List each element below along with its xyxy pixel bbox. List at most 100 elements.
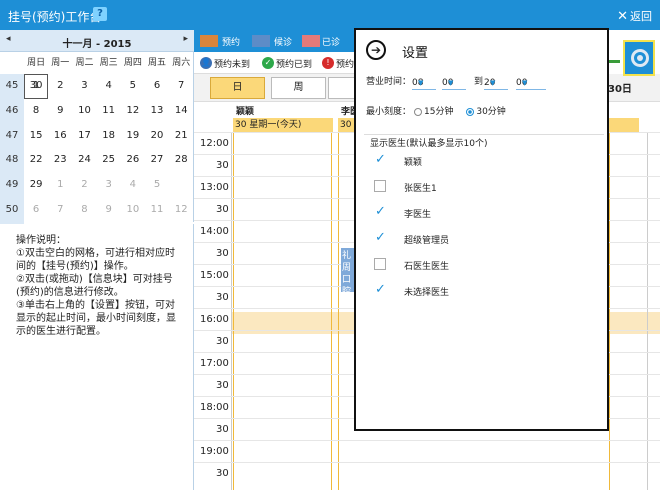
end-minute-select[interactable]: 00 ▼	[516, 74, 546, 90]
chevron-down-icon: ▼	[490, 79, 496, 87]
tab-day[interactable]: 日	[210, 77, 265, 99]
help-icon[interactable]: ?	[93, 7, 107, 21]
calendar-day[interactable]: 17	[72, 124, 96, 149]
close-icon: ✕	[617, 9, 628, 24]
time-label: 16:00	[200, 314, 229, 325]
calendar-day[interactable]: 25	[97, 148, 121, 173]
back-button[interactable]: ✕ 返回	[617, 8, 652, 24]
time-label: 30	[216, 380, 229, 391]
radio-30[interactable]	[466, 107, 475, 116]
calendar-day[interactable]: 4	[121, 173, 145, 198]
calendar-day[interactable]: 11	[145, 198, 169, 223]
calendar-day[interactable]: 8	[72, 198, 96, 223]
calendar-day[interactable]: 9	[97, 198, 121, 223]
calendar-day[interactable]: 30	[24, 74, 49, 99]
legend-swatch	[200, 35, 218, 47]
calendar-day[interactable]: 7	[48, 198, 72, 223]
calendar-day[interactable]: 2	[72, 173, 96, 198]
radio-15[interactable]	[414, 107, 423, 116]
calendar-day[interactable]: 12	[121, 99, 145, 124]
calendar-day[interactable]: 18	[97, 124, 121, 149]
doctor-checkbox[interactable]	[374, 282, 386, 297]
appointment-block[interactable]: 礼周口腔	[341, 248, 355, 297]
calendar-day[interactable]: 12	[169, 198, 193, 223]
calendar-day[interactable]: 5	[121, 74, 145, 99]
calendar-day[interactable]: 5	[145, 173, 169, 198]
doctor-checkbox[interactable]	[374, 180, 386, 192]
legend-swatch	[252, 35, 270, 47]
calendar-day[interactable]: 6	[145, 74, 169, 99]
calendar-day[interactable]: 16	[48, 124, 72, 149]
grid-row-line	[194, 462, 660, 463]
title-bar: 挂号(预约)工作台 ? ✕ 返回	[0, 0, 660, 30]
calendar-day[interactable]: 8	[24, 99, 48, 124]
next-month-button[interactable]: ▸	[183, 34, 188, 44]
calendar-day[interactable]: 1	[48, 173, 72, 198]
calendar-day[interactable]: 10	[72, 99, 96, 124]
calendar-day[interactable]: 20	[145, 124, 169, 149]
calendar-day[interactable]: 28	[169, 148, 193, 173]
calendar-day[interactable]: 6	[24, 198, 48, 223]
calendar-day[interactable]: 3	[97, 173, 121, 198]
business-hours-row: 营业时间： 08 ▼ 00 ▼ 到 20 ▼ 00 ▼	[366, 72, 606, 90]
legend-label: 已诊	[322, 38, 341, 48]
settings-title: 设置	[402, 46, 429, 61]
calendar-header: ◂ 十一月 - 2015 ▸	[0, 30, 194, 52]
calendar-day[interactable]: 26	[121, 148, 145, 173]
instructions-panel: 操作说明： ①双击空白的网格，可进行相对应时间的【挂号(预约)】操作。 ②双击(…	[0, 224, 194, 490]
mini-calendar: ◂ 十一月 - 2015 ▸ 周日 周一 周二 周三 周四 周五 周六 45 4…	[0, 30, 194, 224]
end-hour-select[interactable]: 20 ▼	[484, 74, 508, 90]
calendar-day[interactable]: 13	[145, 99, 169, 124]
day-bar: 30 星期一(今天)	[233, 118, 333, 132]
calendar-week-row: 15 16 17 18 19 20 21	[24, 124, 194, 149]
chevron-down-icon: ▼	[522, 79, 528, 87]
doctor-checkbox[interactable]	[374, 152, 386, 167]
calendar-day[interactable]: 10	[121, 198, 145, 223]
arrow-right-icon[interactable]: ➔	[366, 40, 386, 60]
week-number: 45	[5, 80, 19, 91]
doctor-name: 颖颖	[404, 158, 423, 168]
weekday-label: 周日	[27, 58, 46, 68]
weekday-label: 周六	[172, 58, 191, 68]
doctor-checkbox[interactable]	[374, 258, 386, 270]
tab-week[interactable]: 周	[271, 77, 326, 99]
legend-label: 预约	[222, 38, 241, 48]
calendar-day[interactable]: 22	[24, 148, 48, 173]
calendar-day[interactable]: 3	[72, 74, 96, 99]
calendar-day[interactable]: 9	[48, 99, 72, 124]
weekday-header: 周日 周一 周二 周三 周四 周五 周六	[24, 55, 194, 73]
calendar-day[interactable]: 19	[121, 124, 145, 149]
gear-icon	[631, 49, 649, 67]
time-label: 17:00	[200, 358, 229, 369]
to-label: 到	[474, 77, 484, 87]
divider	[364, 134, 604, 135]
calendar-day[interactable]: 4	[97, 74, 121, 99]
calendar-day[interactable]: 11	[97, 99, 121, 124]
calendar-day[interactable]: 23	[48, 148, 72, 173]
status-not-arrived: 预约未到	[214, 60, 251, 70]
time-label: 30	[216, 204, 229, 215]
calendar-day[interactable]: 24	[72, 148, 96, 173]
start-hour-select[interactable]: 08 ▼	[412, 74, 436, 90]
calendar-day[interactable]: 15	[24, 124, 48, 149]
time-label: 19:00	[200, 446, 229, 457]
calendar-day[interactable]: 2	[48, 74, 72, 99]
calendar-day[interactable]: 27	[145, 148, 169, 173]
calendar-day[interactable]: 7	[169, 74, 193, 99]
start-minute-select[interactable]: 00 ▼	[442, 74, 466, 90]
back-label: 返回	[630, 10, 652, 23]
chevron-down-icon: ▼	[448, 79, 454, 87]
calendar-day[interactable]: 14	[169, 99, 193, 124]
settings-button[interactable]	[623, 40, 655, 76]
doctor-name: 张医生1	[404, 184, 437, 194]
calendar-day[interactable]: 29	[24, 173, 48, 198]
doctor-checkbox[interactable]	[374, 204, 386, 219]
week-number-column: 45 46 47 48 49 50	[0, 74, 24, 224]
calendar-week-row: 29 30 1 2 3 4 5	[24, 74, 194, 198]
calendar-day[interactable]: 21	[169, 124, 193, 149]
week-number: 50	[5, 203, 19, 215]
doctor-checkbox[interactable]	[374, 230, 386, 245]
status-bar: 👤 预约未到 ✓ 预约已到 ! 预约	[194, 52, 364, 74]
calendar-week-row: 1234567	[24, 74, 194, 99]
user-icon: 👤	[200, 57, 212, 69]
